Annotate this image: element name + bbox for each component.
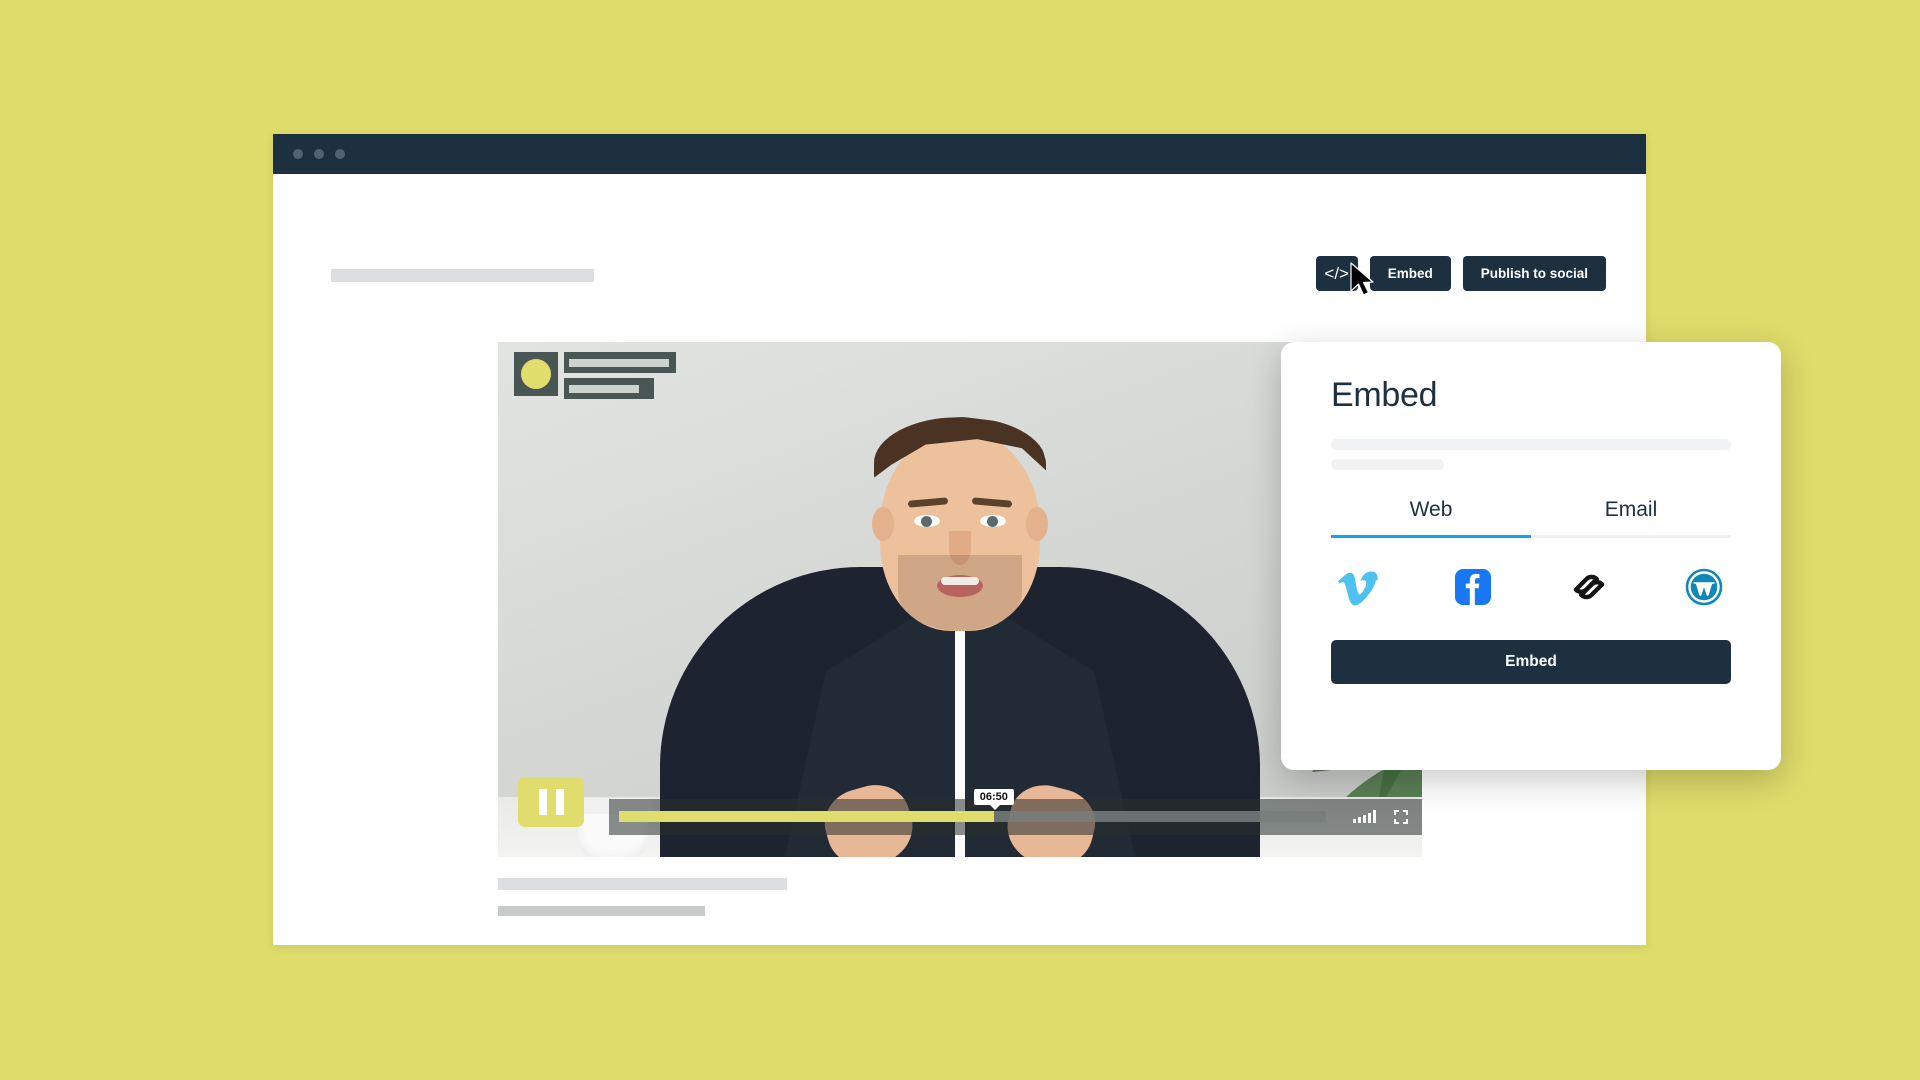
embed-button[interactable]: Embed xyxy=(1369,256,1451,291)
overlay-line-primary xyxy=(564,352,676,373)
overlay-line-secondary xyxy=(564,378,654,399)
description-placeholder-line-1 xyxy=(1331,439,1731,450)
caption-placeholder-secondary xyxy=(498,906,705,916)
mouse-cursor xyxy=(1350,262,1374,296)
squarespace-icon[interactable] xyxy=(1566,564,1612,610)
progress-scrubber[interactable]: 06:50 xyxy=(619,789,1326,822)
volume-icon[interactable] xyxy=(1353,810,1376,823)
pause-bar-left xyxy=(538,789,547,815)
publish-to-social-button[interactable]: Publish to social xyxy=(1462,256,1606,291)
current-time-tooltip: 06:50 xyxy=(973,789,1014,810)
player-control-bar: 06:50 xyxy=(609,789,1422,835)
embed-dialog-title: Embed xyxy=(1331,376,1438,414)
browser-titlebar xyxy=(273,134,1646,174)
embed-confirm-button[interactable]: Embed xyxy=(1331,640,1731,684)
embed-dialog: Embed Web Email Embed xyxy=(1281,342,1781,770)
description-placeholder-line-2 xyxy=(1331,459,1444,470)
video-overlay-card xyxy=(514,352,676,399)
progress-fill xyxy=(619,811,994,822)
traffic-light-close-icon[interactable] xyxy=(293,149,303,159)
traffic-light-minimize-icon[interactable] xyxy=(314,149,324,159)
facebook-icon[interactable] xyxy=(1450,564,1496,610)
page-title-placeholder xyxy=(331,269,594,282)
embed-tabs: Web Email xyxy=(1331,498,1731,538)
pause-button[interactable] xyxy=(518,777,584,827)
traffic-light-maximize-icon[interactable] xyxy=(335,149,345,159)
avatar xyxy=(514,352,558,396)
fullscreen-icon[interactable] xyxy=(1394,810,1408,824)
caption-placeholder-primary xyxy=(498,878,787,890)
tab-email[interactable]: Email xyxy=(1531,498,1731,538)
tab-web[interactable]: Web xyxy=(1331,498,1531,538)
wordpress-icon[interactable] xyxy=(1681,564,1727,610)
social-platform-list xyxy=(1331,564,1731,610)
vimeo-icon[interactable] xyxy=(1335,564,1381,610)
pause-bar-right xyxy=(555,789,564,815)
presenter-person xyxy=(650,387,1270,857)
